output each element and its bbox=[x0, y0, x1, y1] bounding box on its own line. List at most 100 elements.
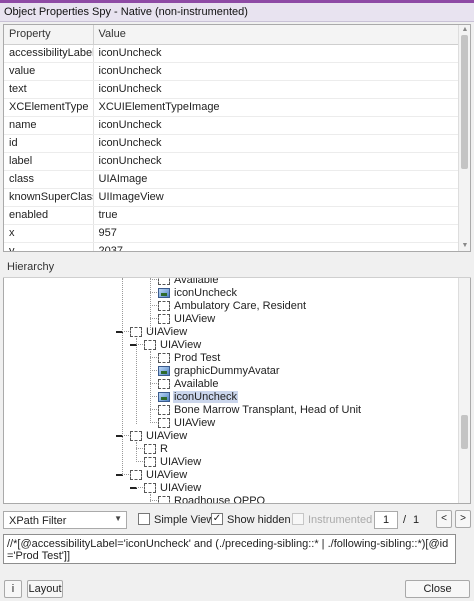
scroll-up-icon[interactable]: ▲ bbox=[459, 25, 470, 35]
property-value[interactable]: iconUncheck bbox=[93, 80, 460, 99]
view-element-icon bbox=[130, 469, 142, 480]
tree-node[interactable]: UIAView bbox=[130, 468, 188, 481]
tree-node[interactable]: R bbox=[144, 442, 169, 455]
combo-value: XPath Filter bbox=[9, 515, 67, 527]
column-header-value[interactable]: Value bbox=[93, 25, 460, 45]
property-row[interactable]: id iconUncheck bbox=[4, 134, 460, 153]
property-value[interactable]: iconUncheck bbox=[93, 62, 460, 81]
tree-node-label: Bone Marrow Transplant, Head of Unit bbox=[174, 403, 362, 416]
tree-node[interactable]: UIAView bbox=[130, 325, 188, 338]
page-separator: / bbox=[403, 514, 407, 526]
tree-connector bbox=[150, 422, 157, 423]
property-row[interactable]: name iconUncheck bbox=[4, 116, 460, 135]
properties-scrollbar[interactable]: ▲ ▼ bbox=[458, 25, 470, 251]
tree-connector bbox=[136, 448, 143, 449]
property-row[interactable]: enabled true bbox=[4, 206, 460, 225]
xpath-input[interactable]: //*[@accessibilityLabel='iconUncheck' an… bbox=[3, 534, 456, 564]
tree-scroll-thumb[interactable] bbox=[461, 415, 468, 449]
view-element-icon bbox=[158, 417, 170, 428]
property-row[interactable]: value iconUncheck bbox=[4, 62, 460, 81]
tree-scrollbar[interactable] bbox=[458, 278, 470, 503]
properties-table[interactable]: Property Value accessibilityLabel iconUnc… bbox=[3, 24, 471, 252]
window-title: Object Properties Spy - Native (non-inst… bbox=[4, 6, 248, 18]
simple-view-checkbox[interactable] bbox=[138, 513, 150, 525]
hierarchy-tree[interactable]: Available iconUncheck Ambulatory Care, Res… bbox=[3, 278, 471, 504]
property-value[interactable]: iconUncheck bbox=[93, 134, 460, 153]
property-value[interactable]: 957 bbox=[93, 224, 460, 243]
property-row[interactable]: knownSuperClass UIImageView bbox=[4, 188, 460, 207]
scroll-down-icon[interactable]: ▼ bbox=[459, 241, 470, 251]
tree-node[interactable]: UIAView bbox=[130, 429, 188, 442]
property-row[interactable]: y 2037 bbox=[4, 242, 460, 251]
xpath-filter-combo[interactable]: XPath Filter ▼ bbox=[3, 511, 127, 529]
property-name: value bbox=[4, 62, 94, 81]
column-header-property[interactable]: Property bbox=[4, 25, 94, 45]
instrumented-checkbox[interactable] bbox=[292, 513, 304, 525]
tree-node-selected[interactable]: iconUncheck bbox=[158, 390, 238, 403]
simple-view-label[interactable]: Simple View bbox=[154, 514, 214, 526]
tree-node-label: Prod Test bbox=[174, 351, 221, 364]
view-element-icon bbox=[130, 326, 142, 337]
tree-node-label: iconUncheck bbox=[173, 390, 238, 403]
filter-bar: XPath Filter ▼ Simple View ✓ Show hidden… bbox=[3, 509, 471, 531]
property-row[interactable]: XCElementType XCUIElementTypeImage bbox=[4, 98, 460, 117]
image-element-icon bbox=[158, 287, 170, 298]
tree-connector bbox=[136, 442, 137, 462]
page-number-input[interactable]: 1 bbox=[374, 511, 398, 529]
property-value[interactable]: XCUIElementTypeImage bbox=[93, 98, 460, 117]
tree-node[interactable]: Available bbox=[158, 278, 219, 286]
tree-node[interactable]: UIAView bbox=[158, 416, 216, 429]
close-button[interactable]: Close bbox=[405, 580, 470, 598]
tree-connector bbox=[136, 344, 143, 345]
property-name: accessibilityLabel bbox=[4, 44, 94, 63]
tree-connector bbox=[150, 305, 157, 306]
info-button[interactable]: i bbox=[4, 580, 22, 598]
show-hidden-label[interactable]: Show hidden bbox=[227, 514, 291, 526]
property-name: enabled bbox=[4, 206, 94, 225]
property-value[interactable]: UIAImage bbox=[93, 170, 460, 189]
tree-node-label: Available bbox=[174, 278, 219, 286]
property-value[interactable]: iconUncheck bbox=[93, 116, 460, 135]
instrumented-label: Instrumented bbox=[308, 514, 373, 526]
tree-node[interactable]: Roadhouse OPPO bbox=[158, 494, 266, 503]
property-value[interactable]: UIImageView bbox=[93, 188, 460, 207]
view-element-icon bbox=[158, 404, 170, 415]
previous-match-button[interactable]: < bbox=[436, 510, 452, 528]
property-row[interactable]: label iconUncheck bbox=[4, 152, 460, 171]
tree-connector bbox=[150, 351, 151, 423]
property-value[interactable]: true bbox=[93, 206, 460, 225]
view-element-icon bbox=[158, 352, 170, 363]
tree-node-label: Available bbox=[174, 377, 219, 390]
tree-node-label: UIAView bbox=[160, 481, 202, 494]
property-row[interactable]: x 957 bbox=[4, 224, 460, 243]
view-element-icon bbox=[158, 278, 170, 285]
layout-button[interactable]: Layout bbox=[27, 580, 63, 598]
property-value[interactable]: 2037 bbox=[93, 242, 460, 251]
tree-node-label: UIAView bbox=[146, 468, 188, 481]
next-match-button[interactable]: > bbox=[455, 510, 471, 528]
tree-node[interactable]: Bone Marrow Transplant, Head of Unit bbox=[158, 403, 362, 416]
property-row[interactable]: class UIAImage bbox=[4, 170, 460, 189]
tree-node[interactable]: Available bbox=[158, 377, 219, 390]
property-row[interactable]: accessibilityLabel iconUncheck bbox=[4, 44, 460, 63]
tree-node[interactable]: iconUncheck bbox=[158, 286, 238, 299]
tree-node[interactable]: Ambulatory Care, Resident bbox=[158, 299, 307, 312]
chevron-down-icon: ▼ bbox=[114, 514, 122, 523]
tree-node[interactable]: UIAView bbox=[144, 481, 202, 494]
property-value[interactable]: iconUncheck bbox=[93, 44, 460, 63]
view-element-icon bbox=[144, 339, 156, 350]
property-name: id bbox=[4, 134, 94, 153]
tree-connector bbox=[150, 383, 157, 384]
properties-scroll-thumb[interactable] bbox=[461, 35, 468, 169]
tree-node-label: UIAView bbox=[146, 325, 188, 338]
tree-node[interactable]: Prod Test bbox=[158, 351, 221, 364]
tree-node[interactable]: UIAView bbox=[144, 455, 202, 468]
view-element-icon bbox=[158, 495, 170, 503]
show-hidden-checkbox[interactable]: ✓ bbox=[211, 513, 223, 525]
property-value[interactable]: iconUncheck bbox=[93, 152, 460, 171]
hierarchy-label: Hierarchy bbox=[7, 261, 55, 273]
tree-node[interactable]: UIAView bbox=[158, 312, 216, 325]
tree-node[interactable]: UIAView bbox=[144, 338, 202, 351]
property-row[interactable]: text iconUncheck bbox=[4, 80, 460, 99]
tree-node[interactable]: graphicDummyAvatar bbox=[158, 364, 281, 377]
